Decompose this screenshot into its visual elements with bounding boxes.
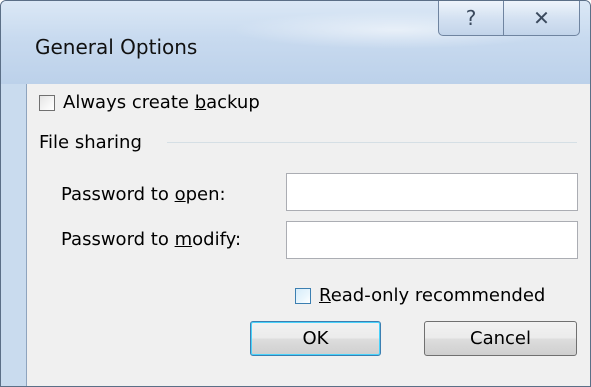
dialog-title: General Options <box>35 35 198 59</box>
ok-button[interactable]: OK <box>250 321 381 356</box>
read-only-recommended-option[interactable]: Read-only recommended <box>295 285 545 306</box>
title-bar: General Options ? ✕ <box>1 1 590 84</box>
group-divider <box>167 142 577 143</box>
close-button[interactable]: ✕ <box>504 1 580 36</box>
dialog-client-area: Always create backup File sharing Passwo… <box>26 84 590 386</box>
always-create-backup-label: Always create backup <box>63 92 260 113</box>
cancel-button[interactable]: Cancel <box>424 321 577 356</box>
password-to-open-input[interactable] <box>286 173 578 211</box>
always-create-backup-checkbox[interactable] <box>39 94 55 111</box>
general-options-dialog: General Options ? ✕ Always create backup… <box>0 0 591 387</box>
file-sharing-group-label: File sharing <box>39 132 142 153</box>
help-button[interactable]: ? <box>438 1 504 36</box>
always-create-backup-option[interactable]: Always create backup <box>39 92 260 113</box>
read-only-recommended-checkbox[interactable] <box>295 287 311 304</box>
read-only-recommended-label: Read-only recommended <box>319 285 546 306</box>
password-to-modify-label: Password to modify: <box>61 229 242 250</box>
password-to-modify-input[interactable] <box>286 221 578 259</box>
close-icon: ✕ <box>533 6 550 30</box>
help-icon: ? <box>465 6 477 30</box>
password-to-open-label: Password to open: <box>61 184 226 205</box>
